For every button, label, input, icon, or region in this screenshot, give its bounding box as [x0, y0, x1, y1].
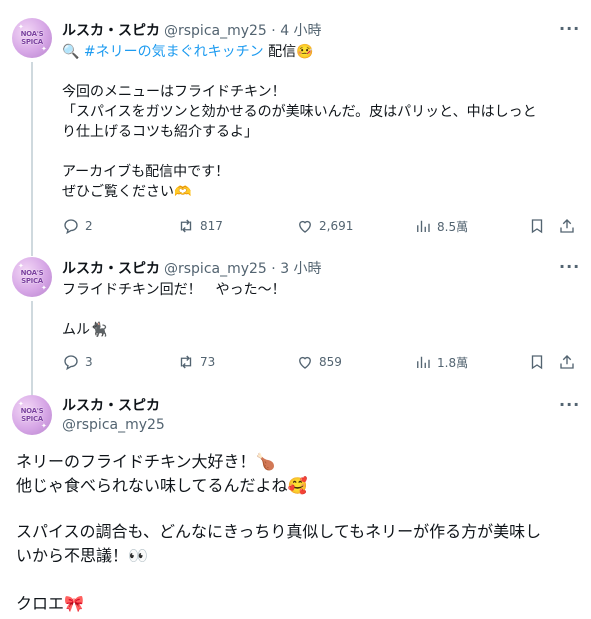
tweet-text-line: いから不思議！👀 — [16, 545, 148, 567]
hashtag-link[interactable]: #ネリーの気まぐれキッチン — [84, 44, 264, 60]
share-button[interactable] — [558, 352, 576, 372]
tweet-text: ぜひご覧ください — [62, 184, 174, 200]
avatar[interactable]: ✦ ✦ NOA'S SPICA — [12, 395, 52, 435]
tweet-header: ルスカ・スピカ @rspica_my25 · 3 小時 — [62, 258, 322, 278]
retweet-button[interactable]: 817 — [177, 216, 223, 236]
tweet-1[interactable]: ✦ ✦ NOA'S SPICA ルスカ・スピカ @rspica_my25 · 4… — [0, 0, 591, 256]
avatar-text: NOA'S SPICA — [20, 407, 44, 423]
action-bar: 2 817 2,691 8.5萬 — [62, 216, 582, 236]
display-name[interactable]: ルスカ・スピカ — [62, 20, 160, 40]
tweet-text: 他じゃ食べられない味してるんだよね — [16, 476, 288, 495]
bookmark-icon — [531, 355, 543, 370]
tweet-text-line: ムル🐈‍⬛ — [62, 320, 107, 340]
display-name[interactable]: ルスカ・スピカ — [62, 258, 160, 278]
tweet-text-line: 他じゃ食べられない味してるんだよね🥰 — [16, 475, 307, 497]
bookmark-icon — [531, 219, 543, 234]
tweet-text-line: 今回のメニューはフライドチキン！ — [62, 84, 286, 100]
avatar[interactable]: ✦ ✦ NOA'S SPICA — [12, 18, 52, 58]
heart-hands-icon: 🫶 — [174, 184, 192, 200]
smiling-hearts-icon: 🥰 — [287, 476, 308, 495]
tweet-2[interactable]: ✦ ✦ NOA'S SPICA ルスカ・スピカ @rspica_my25 · 3… — [0, 250, 591, 398]
like-count: 859 — [319, 355, 342, 369]
reply-icon — [64, 355, 78, 371]
views-button[interactable]: 8.5萬 — [414, 216, 468, 236]
tweet-text-line: アーカイブも配信中です！ — [62, 164, 230, 180]
black-cat-icon: 🐈‍⬛ — [90, 322, 108, 338]
handle[interactable]: @rspica_my25 — [62, 417, 165, 433]
retweet-count: 73 — [200, 355, 216, 369]
like-button[interactable]: 859 — [296, 352, 342, 372]
reply-button[interactable]: 3 — [62, 352, 93, 372]
avatar[interactable]: ✦ ✦ NOA'S SPICA — [12, 257, 52, 297]
bookmark-button[interactable] — [528, 216, 546, 236]
sparkle-icon: ✦ — [41, 422, 47, 430]
ribbon-icon: 🎀 — [64, 594, 84, 613]
tweet-text-line: り仕上げるコツも紹介するよ」 — [62, 124, 258, 140]
tweet-text: ネリーのフライドチキン大好き！ — [16, 452, 256, 471]
more-options-icon[interactable]: ··· — [559, 21, 579, 42]
views-icon — [417, 220, 430, 232]
tweet-first-line: 🔍 #ネリーの気まぐれキッチン 配信🤒 — [62, 42, 314, 62]
tweet-text-line: ネリーのフライドチキン大好き！🍗 — [16, 451, 275, 473]
display-name[interactable]: ルスカ・スピカ — [62, 395, 160, 415]
view-count: 8.5萬 — [437, 219, 469, 234]
retweet-button[interactable]: 73 — [177, 352, 215, 372]
tweet-text-line: 「スパイスをガツンと効かせるのが美味いんだ。皮はパリッと、中はしっと — [62, 104, 537, 120]
retweet-icon — [180, 355, 192, 369]
tweet-3[interactable]: ✦ ✦ NOA'S SPICA ルスカ・スピカ @rspica_my25 ···… — [0, 385, 591, 619]
reply-icon — [64, 219, 78, 235]
reply-button[interactable]: 2 — [62, 216, 93, 236]
avatar-text: NOA'S SPICA — [20, 269, 44, 285]
thread-line — [31, 62, 33, 256]
view-count: 1.8萬 — [437, 355, 469, 370]
heart-icon — [299, 220, 311, 233]
more-options-icon[interactable]: ··· — [559, 397, 579, 418]
heart-icon — [299, 356, 311, 369]
tweet-text-line: スパイスの調合も、どんなにきっちり真似してもネリーが作る方が美味し — [16, 522, 542, 541]
share-icon — [560, 219, 574, 233]
handle-time[interactable]: @rspica_my25 · 3 小時 — [164, 258, 322, 278]
magnifier-icon: 🔍 — [62, 44, 80, 60]
tweet-text-line: ぜひご覧ください🫶 — [62, 182, 191, 202]
reply-count: 3 — [85, 355, 93, 369]
views-icon — [417, 356, 430, 368]
share-button[interactable] — [558, 216, 576, 236]
thread-line — [31, 301, 33, 398]
sparkle-icon: ✦ — [41, 284, 47, 292]
like-count: 2,691 — [319, 219, 354, 233]
handle-time[interactable]: @rspica_my25 · 4 小時 — [164, 20, 322, 40]
tweet-header: ルスカ・スピカ @rspica_my25 · 4 小時 — [62, 20, 322, 40]
reply-count: 2 — [85, 219, 93, 233]
views-button[interactable]: 1.8萬 — [414, 352, 468, 372]
avatar-text: NOA'S SPICA — [20, 30, 44, 46]
retweet-icon — [180, 219, 192, 233]
line-tail: 配信 — [263, 44, 297, 60]
sparkle-icon: ✦ — [41, 45, 47, 53]
chicken-leg-icon: 🍗 — [255, 452, 276, 471]
tweet-text-line: フライドチキン回だ！ やった〜！ — [62, 282, 286, 298]
bookmark-button[interactable] — [528, 352, 546, 372]
tweet-text: ムル — [62, 322, 90, 338]
face-emoji-icon: 🤒 — [296, 44, 314, 60]
tweet-text: クロエ — [16, 594, 65, 613]
share-icon — [560, 355, 574, 369]
tweet-text: いから不思議！ — [16, 546, 129, 565]
retweet-count: 817 — [200, 219, 223, 233]
action-bar: 3 73 859 1.8萬 — [62, 352, 582, 372]
tweet-text-line: クロエ🎀 — [16, 593, 84, 615]
more-options-icon[interactable]: ··· — [559, 259, 579, 280]
eyes-icon: 👀 — [128, 546, 148, 565]
like-button[interactable]: 2,691 — [296, 216, 353, 236]
